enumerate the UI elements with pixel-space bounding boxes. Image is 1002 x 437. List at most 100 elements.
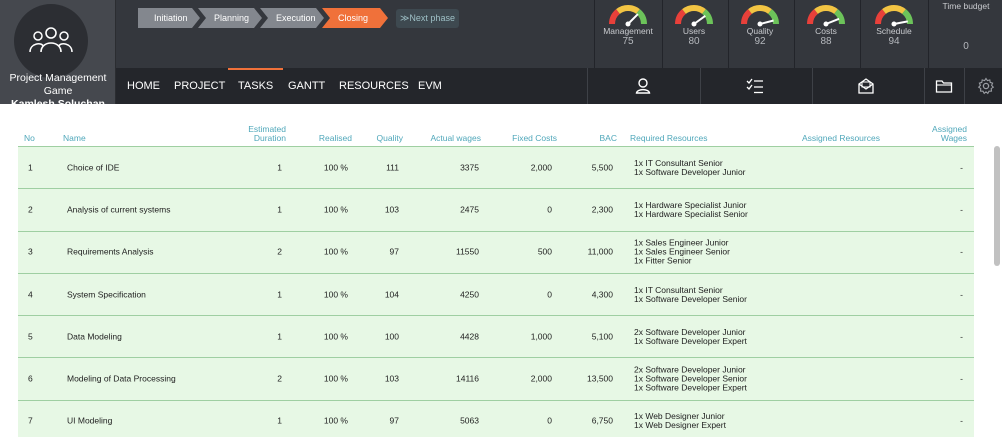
gauge-value: 92 [754, 36, 766, 47]
app-logo-panel: Project Management Game Kamlesh Soluchan [0, 0, 116, 110]
col-name: Name [63, 133, 86, 143]
gauge-costs: Costs 88 [796, 2, 856, 62]
gauge-dial-icon [740, 5, 780, 27]
cell-fixed: 2,000 [530, 373, 552, 384]
cell-no: 1 [28, 162, 33, 173]
cell-realised: 100 % [323, 162, 348, 173]
gauge-value: 75 [622, 36, 634, 47]
divider [594, 0, 595, 68]
phase-planning[interactable]: Planning [198, 8, 262, 28]
gauge-label: Users [682, 26, 706, 36]
tab-project[interactable]: PROJECT [174, 68, 225, 104]
divider [587, 68, 588, 104]
cell-required-resources: 2x Software Developer Junior 1x Software … [634, 365, 747, 393]
cell-required-resources: 1x Web Designer Junior 1x Web Designer Ex… [634, 412, 726, 430]
col-no: No [24, 133, 35, 143]
tab-tasks[interactable]: TASKS [227, 68, 284, 104]
cell-wages: 4250 [460, 289, 479, 300]
cell-assigned-wages: - [960, 246, 963, 257]
divider [812, 68, 813, 104]
team-icon [29, 27, 73, 53]
cell-wages: 14116 [455, 373, 479, 384]
gauge-dial-icon [608, 5, 648, 27]
cell-required-resources: 1x Sales Engineer Junior 1x Sales Enginee… [634, 238, 730, 266]
gauge-label: Management [603, 26, 653, 36]
divider [860, 0, 861, 68]
cell-no: 7 [28, 415, 33, 426]
top-bar: Initiation Planning Execution Closing ≫N… [0, 0, 1002, 68]
divider [928, 0, 929, 68]
table-row[interactable]: 1 Choice of IDE 1 100 % 111 3375 2,000 5,500 - 1x… [18, 147, 974, 190]
tab-resources[interactable]: RESOURCES [339, 68, 409, 104]
gauge-value: 80 [688, 36, 700, 47]
cell-fixed: 1,000 [530, 331, 552, 342]
tab-gantt[interactable]: GANTT [288, 68, 325, 104]
app-logo [14, 4, 88, 78]
scrollbar[interactable] [994, 146, 1000, 266]
cell-realised: 100 % [323, 246, 348, 257]
cell-name: System Specification [67, 289, 146, 300]
app-title-line1: Project Management Game [9, 72, 107, 97]
cell-name: Choice of IDE [67, 162, 120, 173]
cell-realised: 100 % [323, 373, 348, 384]
cell-bac: 11,000 [587, 246, 613, 257]
col-estimated-duration: Estimated Duration [248, 124, 286, 143]
user-icon[interactable] [634, 77, 652, 95]
main-nav: HOME PROJECT TASKS GANTT RESOURCES EVM [0, 68, 1002, 104]
cell-assigned-wages: - [960, 289, 963, 300]
time-budget-label: Time budget [942, 1, 990, 11]
cell-fixed: 2,000 [530, 162, 552, 173]
cell-bac: 13,500 [587, 373, 613, 384]
gauge-users: Users 80 [664, 2, 724, 62]
table-row[interactable]: 2 Analysis of current systems 1 100 % 103 247… [18, 189, 974, 232]
phase-execution[interactable]: Execution [260, 8, 324, 28]
cell-required-resources: 1x IT Consultant Senior 1x Software Devel… [634, 158, 746, 177]
cell-required-resources: 1x Hardware Specialist Junior 1x Hardware… [634, 200, 748, 219]
cell-fixed: 0 [547, 289, 552, 300]
cell-duration: 1 [277, 204, 282, 215]
cell-realised: 100 % [323, 289, 348, 300]
table-row[interactable]: 3 Requirements Analysis 2 100 % 97 11550 500 11… [18, 231, 974, 274]
cell-no: 2 [28, 204, 33, 215]
table-row[interactable]: 7 UI Modeling 1 100 % 97 5063 0 6,750 - 1x Web De… [18, 400, 974, 437]
table-row[interactable]: 5 Data Modeling 1 100 % 100 4428 1,000 5,100 - 2x… [18, 316, 974, 359]
folder-icon[interactable] [935, 77, 953, 95]
divider [924, 68, 925, 104]
resource-entry: 1x Software Developer Expert [634, 335, 747, 346]
cell-name: Modeling of Data Processing [67, 373, 176, 384]
cell-bac: 5,100 [591, 331, 613, 342]
cell-name: Requirements Analysis [67, 246, 154, 257]
cell-wages: 3375 [460, 162, 479, 173]
cell-duration: 2 [277, 373, 282, 384]
phase-initiation[interactable]: Initiation [138, 8, 200, 28]
tab-home[interactable]: HOME [127, 68, 160, 104]
cell-quality: 97 [389, 415, 399, 426]
cell-required-resources: 1x IT Consultant Senior 1x Software Devel… [634, 285, 747, 304]
resource-entry: 1x Software Developer Junior [634, 166, 746, 177]
divider [964, 68, 965, 104]
cell-bac: 6,750 [591, 415, 613, 426]
time-budget-value: 0 [963, 41, 969, 52]
cell-quality: 104 [384, 289, 399, 300]
gauge-value: 94 [888, 36, 900, 47]
col-assigned-wages: Assigned Wages [932, 124, 967, 143]
col-assigned-resources: Assigned Resources [802, 133, 880, 143]
cell-wages: 4428 [460, 331, 479, 342]
divider [728, 0, 729, 68]
table-row[interactable]: 4 System Specification 1 100 % 104 4250 0 4,300… [18, 273, 974, 317]
col-quality: Quality [376, 133, 403, 143]
gear-icon[interactable] [977, 77, 995, 95]
cell-assigned-wages: - [960, 162, 963, 173]
next-phase-button[interactable]: ≫Next phase [396, 9, 459, 28]
mail-icon[interactable] [857, 77, 875, 95]
checklist-icon[interactable] [746, 77, 764, 95]
tab-evm[interactable]: EVM [418, 68, 442, 104]
cell-assigned-wages: - [960, 204, 963, 215]
cell-required-resources: 2x Software Developer Junior 1x Software … [634, 327, 747, 346]
phase-closing[interactable]: Closing [322, 8, 388, 28]
gauge-label: Costs [815, 26, 837, 36]
col-required-resources: Required Resources [630, 133, 708, 143]
col-realised: Realised [318, 133, 352, 143]
table-row[interactable]: 6 Modeling of Data Processing 2 100 % 103 141… [18, 358, 974, 401]
cell-fixed: 0 [547, 204, 552, 215]
